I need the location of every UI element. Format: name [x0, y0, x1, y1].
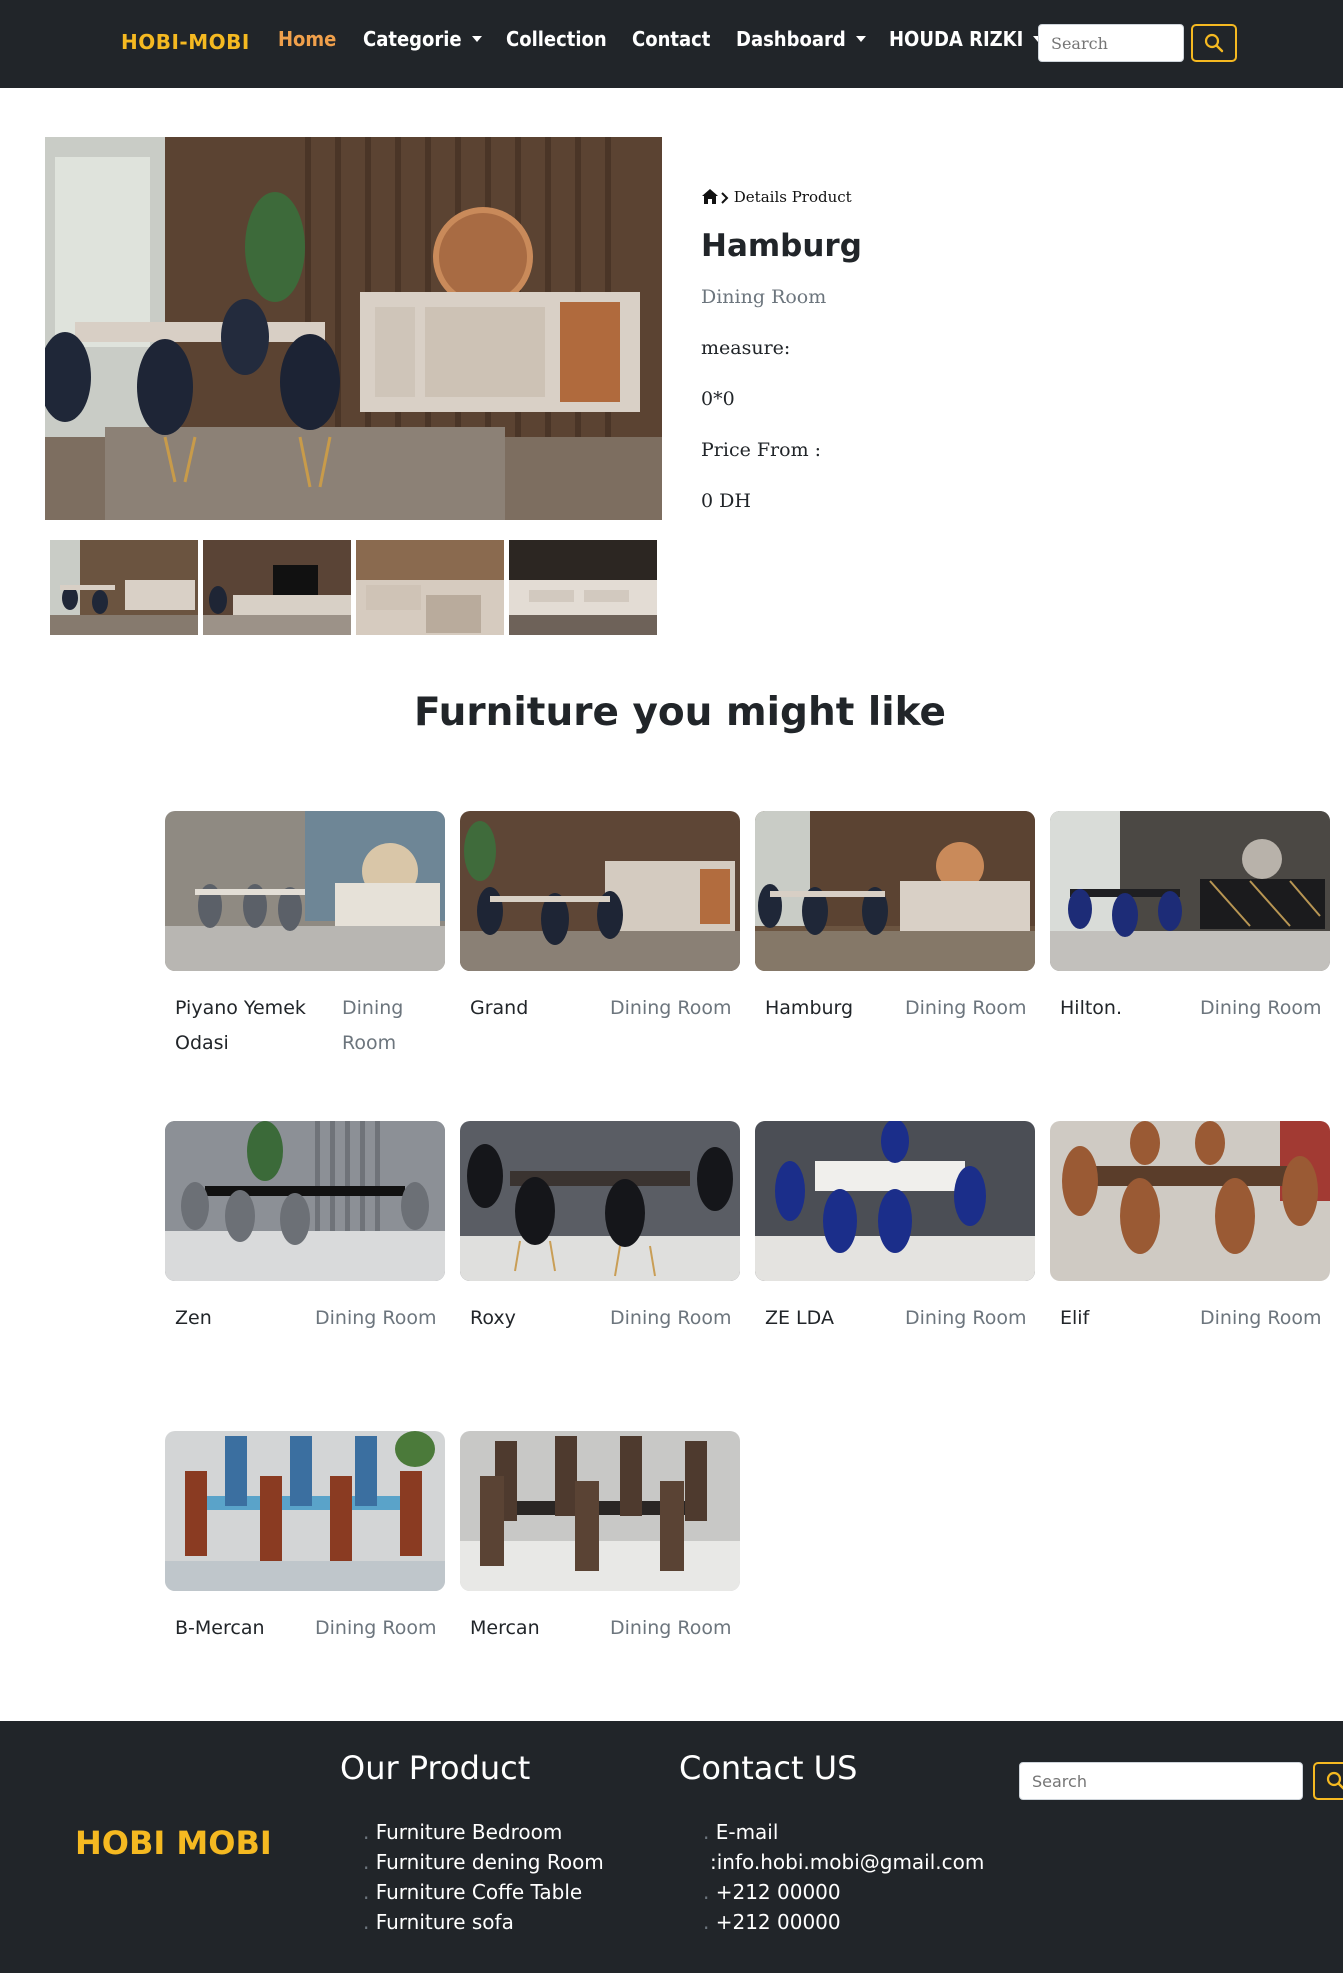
search-icon: [1204, 33, 1224, 53]
footer-contact-phone: +212 00000: [715, 1880, 841, 1904]
chevron-down-icon: [471, 35, 482, 42]
footer: HOBI MOBI Our Product . Furniture Bedroo…: [0, 1721, 1343, 1973]
nav-user-label: HOUDA RIZKI: [889, 27, 1024, 51]
card-category: Dining Room: [315, 1617, 437, 1639]
card-image[interactable]: [460, 1431, 740, 1591]
footer-contact-heading: Contact US: [679, 1749, 858, 1787]
measure-value: 0*0: [701, 388, 735, 410]
card-name[interactable]: B-Mercan: [175, 1611, 295, 1646]
footer-product-link[interactable]: . Furniture Coffe Table: [363, 1880, 582, 1904]
card-name[interactable]: Zen: [175, 1301, 295, 1336]
card-name[interactable]: Grand: [470, 991, 590, 1026]
measure-label: measure:: [701, 337, 791, 359]
card-image[interactable]: [1050, 811, 1330, 971]
card-name[interactable]: Elif: [1060, 1301, 1180, 1336]
nav-dashboard-label: Dashboard: [736, 27, 846, 51]
search-icon: [1326, 1771, 1343, 1790]
card-name[interactable]: Roxy: [470, 1301, 590, 1336]
footer-product-label: Furniture dening Room: [375, 1850, 604, 1874]
section-title: Furniture you might like: [413, 690, 947, 735]
card-category: Dining Room: [610, 1307, 732, 1329]
card-name[interactable]: Hamburg: [765, 991, 885, 1026]
card-category: Dining Room: [1200, 997, 1322, 1019]
footer-contact-label: E-mail: [715, 1820, 779, 1844]
card-category: Dining Room: [342, 997, 404, 1054]
card-category: Dining Room: [315, 1307, 437, 1329]
footer-search-input[interactable]: [1019, 1762, 1303, 1800]
product-thumbnail[interactable]: [203, 540, 351, 635]
card-category: Dining Room: [610, 997, 732, 1019]
price-value: 0 DH: [701, 490, 751, 512]
card-image[interactable]: [755, 1121, 1035, 1281]
card-name[interactable]: Mercan: [470, 1611, 590, 1646]
footer-product-link[interactable]: . Furniture Bedroom: [363, 1820, 562, 1844]
chevron-right-icon: [721, 192, 729, 204]
card-name[interactable]: Piyano Yemek Odasi: [175, 991, 335, 1061]
footer-contact-email[interactable]: :info.hobi.mobi@gmail.com: [710, 1850, 984, 1874]
nav-user-menu[interactable]: HOUDA RIZKI: [889, 27, 1044, 51]
card-category: Dining Room: [905, 997, 1027, 1019]
product-thumbnail[interactable]: [356, 540, 504, 635]
footer-contact-item: . +212 00000: [703, 1910, 841, 1934]
footer-product-label: Furniture sofa: [375, 1910, 514, 1934]
card-image[interactable]: [165, 1121, 445, 1281]
footer-brand: HOBI MOBI: [75, 1824, 272, 1862]
brand-logo[interactable]: HOBI-MOBI: [121, 30, 250, 54]
card-image[interactable]: [165, 1431, 445, 1591]
footer-product-label: Furniture Bedroom: [375, 1820, 563, 1844]
card-image[interactable]: [755, 811, 1035, 971]
nav-categorie[interactable]: Categorie: [363, 27, 482, 51]
product-thumbnail[interactable]: [50, 540, 198, 635]
navbar: HOBI-MOBI Home Categorie Collection Cont…: [0, 0, 1343, 88]
card-category: Dining Room: [905, 1307, 1027, 1329]
breadcrumb-current: Details Product: [733, 188, 852, 206]
card-name[interactable]: Hilton.: [1060, 991, 1180, 1026]
card-image[interactable]: [1050, 1121, 1330, 1281]
nav-categorie-label: Categorie: [363, 27, 462, 51]
nav-collection[interactable]: Collection: [506, 27, 607, 51]
footer-search-button[interactable]: [1313, 1762, 1343, 1800]
card-image[interactable]: [165, 811, 445, 971]
nav-contact[interactable]: Contact: [632, 27, 710, 51]
price-label: Price From :: [701, 439, 822, 461]
product-title: Hamburg: [701, 228, 862, 264]
footer-product-link[interactable]: . Furniture dening Room: [363, 1850, 604, 1874]
card-image[interactable]: [460, 811, 740, 971]
footer-contact-item: . +212 00000: [703, 1880, 841, 1904]
card-category: Dining Room: [1200, 1307, 1322, 1329]
footer-products-heading: Our Product: [340, 1749, 531, 1787]
card-name[interactable]: ZE LDA: [765, 1301, 885, 1336]
nav-home[interactable]: Home: [278, 27, 336, 51]
product-thumbnail[interactable]: [509, 540, 657, 635]
chevron-down-icon: [855, 35, 866, 42]
search-input[interactable]: [1038, 24, 1184, 62]
card-category: Dining Room: [610, 1617, 732, 1639]
nav-dashboard[interactable]: Dashboard: [736, 27, 866, 51]
home-icon[interactable]: [701, 188, 719, 205]
card-image[interactable]: [460, 1121, 740, 1281]
product-main-image: [45, 137, 662, 520]
search-button[interactable]: [1191, 24, 1237, 62]
product-category: Dining Room: [701, 286, 827, 308]
footer-contact-phone: +212 00000: [715, 1910, 841, 1934]
footer-contact-item: . E-mail: [703, 1820, 779, 1844]
breadcrumb: Details Product: [701, 188, 852, 206]
footer-product-link[interactable]: . Furniture sofa: [363, 1910, 514, 1934]
footer-product-label: Furniture Coffe Table: [375, 1880, 583, 1904]
